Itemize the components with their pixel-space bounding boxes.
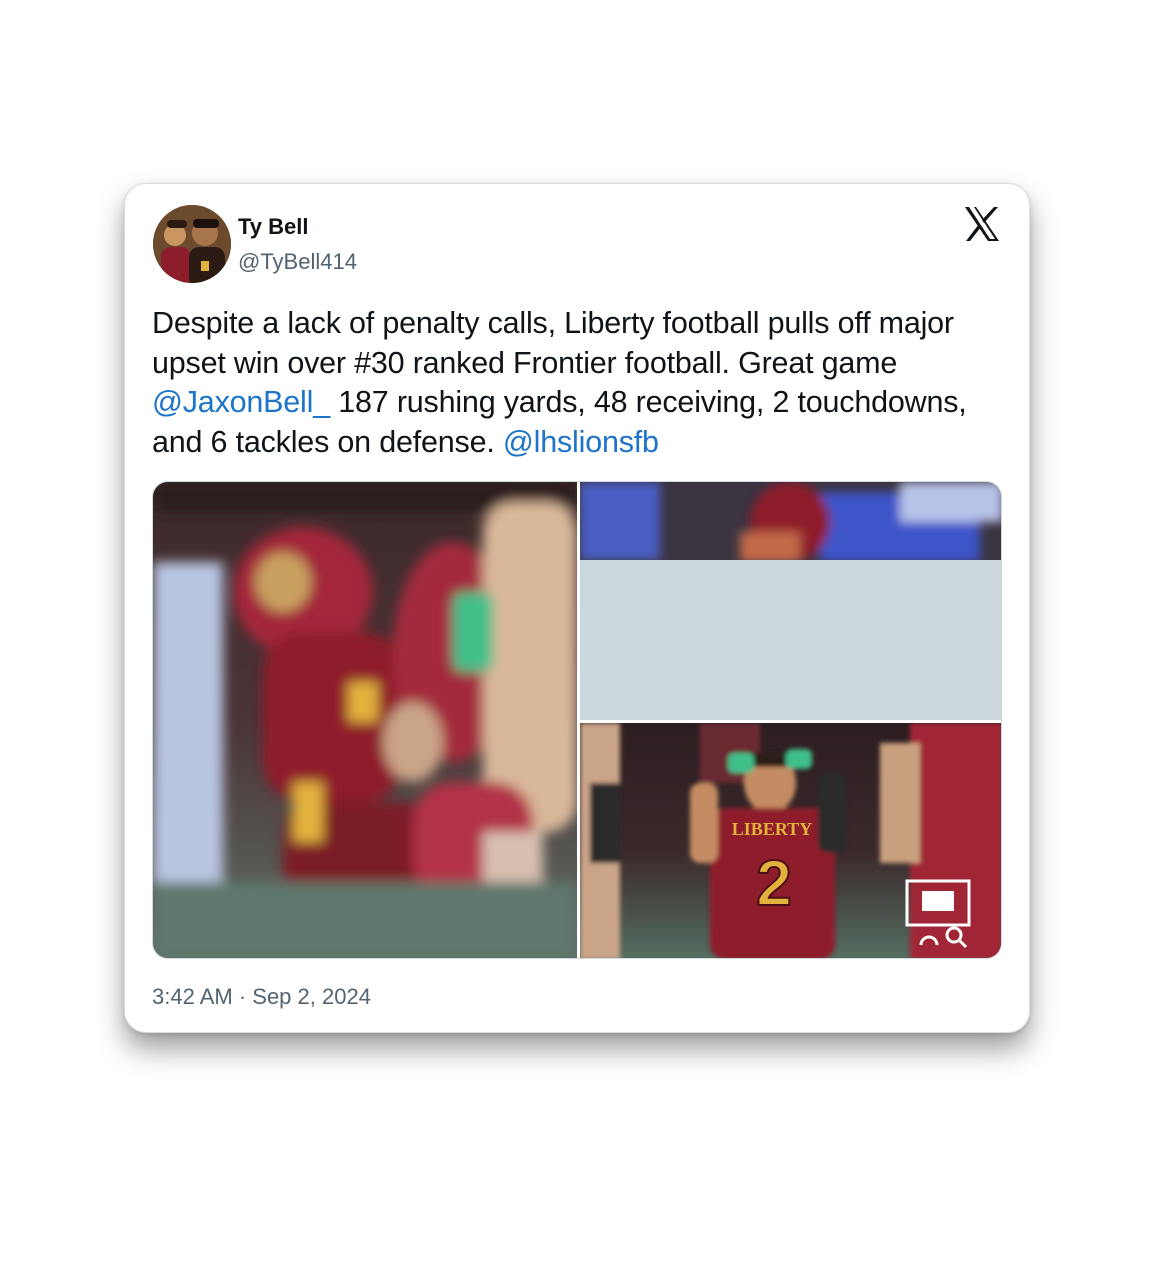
jersey-text: LIBERTY bbox=[732, 819, 812, 839]
author-handle[interactable]: @TyBell414 bbox=[238, 249, 357, 275]
photo-player[interactable]: LIBERTY 2 bbox=[580, 723, 1001, 958]
author-avatar[interactable] bbox=[153, 205, 231, 283]
image-placeholder bbox=[580, 560, 1001, 720]
mention-link[interactable]: @lhslionsfb bbox=[503, 425, 659, 459]
tweet-text: Despite a lack of penalty calls, Liberty… bbox=[152, 304, 992, 462]
photo-tackle[interactable] bbox=[153, 482, 577, 958]
author-name[interactable]: Ty Bell bbox=[238, 214, 309, 240]
tweet-text-part: Despite a lack of penalty calls, Liberty… bbox=[152, 306, 954, 380]
jersey-number: 2 bbox=[756, 847, 792, 919]
mention-link[interactable]: @JaxonBell_ bbox=[152, 385, 330, 419]
x-logo-icon[interactable] bbox=[963, 206, 1001, 242]
tweet-timestamp[interactable]: 3:42 AM · Sep 2, 2024 bbox=[152, 984, 371, 1010]
media-grid: LIBERTY 2 bbox=[152, 481, 1002, 959]
tweet-card: Ty Bell @TyBell414 Despite a lack of pen… bbox=[124, 183, 1030, 1033]
